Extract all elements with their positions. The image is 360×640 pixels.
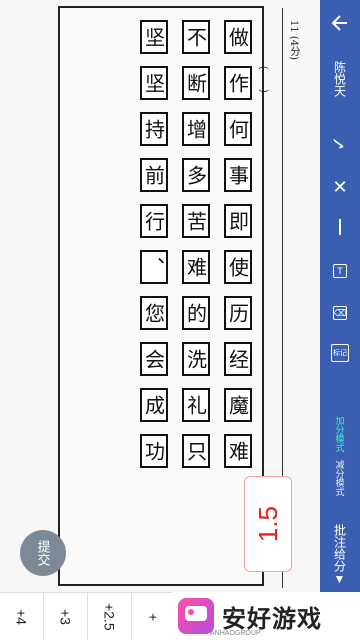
answer-char: 难: [225, 441, 250, 461]
logo-subtext: ANHAOGROUP: [210, 630, 261, 637]
answer-char: 事: [225, 165, 250, 185]
delete-icon: ⌫: [333, 306, 347, 320]
quick-score-2-5[interactable]: +2.5: [88, 593, 132, 640]
answer-char: 只: [183, 441, 208, 461]
quick-score-3[interactable]: +3: [44, 593, 88, 640]
line-button[interactable]: [320, 212, 360, 242]
answer-char: 做: [225, 27, 250, 47]
answer-char: 的: [183, 303, 208, 323]
subtract-score-mode-label: 减分模式: [334, 460, 345, 496]
answer-char: 增: [183, 119, 208, 139]
check-button[interactable]: ✓: [320, 128, 360, 158]
answer-char: 礼: [183, 395, 208, 415]
annotate-score-label: 批注给分▼: [332, 524, 347, 586]
answer-char: 难: [183, 257, 208, 277]
answer-cell: 坚: [140, 66, 168, 100]
answer-char: 苦: [183, 211, 208, 231]
grading-toolbar: 陈悦天 ✓ ✕ T ⌫ 标记 加分模式 减分模式 批注给分▼: [320, 0, 360, 640]
answer-char: 成: [141, 395, 166, 415]
add-score-mode-label: 加分模式: [334, 416, 345, 452]
watermark-logo: 安好游戏: [172, 592, 360, 640]
text-button[interactable]: T: [320, 256, 360, 286]
text-box-icon: T: [333, 264, 347, 278]
annotate-score-dropdown[interactable]: 批注给分▼: [320, 520, 360, 590]
answer-char: 、: [141, 257, 166, 277]
answer-cell: 、: [140, 250, 168, 284]
answer-cell: 成: [140, 388, 168, 422]
answer-cell: 使: [224, 250, 252, 284]
add-score-mode[interactable]: 加分模式: [320, 414, 360, 454]
answer-sheet: 11 (4分) ( ) 做作何事即使历经魔难不断增多苦难的洗礼只坚坚持前行、您会…: [58, 6, 299, 588]
answer-cell: 洗: [182, 342, 210, 376]
cross-button[interactable]: ✕: [320, 172, 360, 202]
answer-cell: 功: [140, 434, 168, 468]
quick-score-more[interactable]: +: [132, 593, 176, 640]
answer-cell: 增: [182, 112, 210, 146]
answer-cell: 只: [182, 434, 210, 468]
answer-char: 使: [225, 257, 250, 277]
answer-cell: 事: [224, 158, 252, 192]
answer-cell: 前: [140, 158, 168, 192]
answer-char: 历: [225, 303, 250, 323]
answer-cell: 行: [140, 204, 168, 238]
answer-cell: 礼: [182, 388, 210, 422]
arrow-left-icon: [331, 15, 347, 31]
answer-cell: 何: [224, 112, 252, 146]
score-value: 1.5: [252, 505, 283, 543]
answer-char: 何: [225, 119, 250, 139]
answer-char: 经: [225, 349, 250, 369]
subtract-score-mode[interactable]: 减分模式: [320, 458, 360, 498]
answer-char: 会: [141, 349, 166, 369]
answer-cell: 经: [224, 342, 252, 376]
submit-button[interactable]: 提交: [20, 530, 66, 576]
dash-icon: [339, 219, 341, 235]
answer-cell: 持: [140, 112, 168, 146]
answer-cell: 苦: [182, 204, 210, 238]
answer-cell: 的: [182, 296, 210, 330]
answer-char: 持: [141, 119, 166, 139]
answer-char: 功: [141, 441, 166, 461]
answer-char: 不: [183, 27, 208, 47]
score-display[interactable]: 1.5: [244, 476, 292, 572]
answer-cell: 坚: [140, 20, 168, 54]
answer-cell: 多: [182, 158, 210, 192]
back-button[interactable]: [320, 8, 360, 38]
question-number: 11 (4分): [288, 20, 299, 61]
answer-char: 断: [183, 73, 208, 93]
cross-icon: ✕: [332, 176, 348, 197]
answer-char: 坚: [141, 27, 166, 47]
answer-cell: 作: [224, 66, 252, 100]
paren-marks: ( ): [258, 66, 269, 93]
answer-char: 洗: [183, 349, 208, 369]
answer-char: 即: [225, 211, 250, 231]
answer-char: 多: [183, 165, 208, 185]
delete-button[interactable]: ⌫: [320, 298, 360, 328]
mark-label: 标记: [333, 350, 347, 357]
answer-cell: 不: [182, 20, 210, 54]
answer-char: 您: [141, 303, 166, 323]
answer-cell: 您: [140, 296, 168, 330]
answer-cell: 做: [224, 20, 252, 54]
answer-cell: 魔: [224, 388, 252, 422]
answer-char: 坚: [141, 73, 166, 93]
answer-cell: 难: [182, 250, 210, 284]
answer-cell: 会: [140, 342, 168, 376]
answer-char: 作: [225, 73, 250, 93]
mark-button[interactable]: 标记: [320, 338, 360, 368]
answer-cell: 即: [224, 204, 252, 238]
answer-cell: 断: [182, 66, 210, 100]
student-name: 陈悦天: [332, 61, 347, 97]
quick-score-4[interactable]: +4: [0, 593, 44, 640]
bookmark-icon: 标记: [331, 344, 349, 362]
answer-char: 魔: [225, 395, 250, 415]
answer-sheet-viewer[interactable]: 11 (4分) ( ) 做作何事即使历经魔难不断增多苦难的洗礼只坚坚持前行、您会…: [0, 0, 320, 592]
check-icon: ✓: [329, 135, 350, 151]
answer-char: 前: [141, 165, 166, 185]
answer-cell: 难: [224, 434, 252, 468]
submit-label: 提交: [35, 540, 51, 566]
logo-icon: [178, 598, 214, 634]
answer-cell: 历: [224, 296, 252, 330]
answer-char: 行: [141, 211, 166, 231]
logo-text: 安好游戏: [222, 605, 322, 633]
